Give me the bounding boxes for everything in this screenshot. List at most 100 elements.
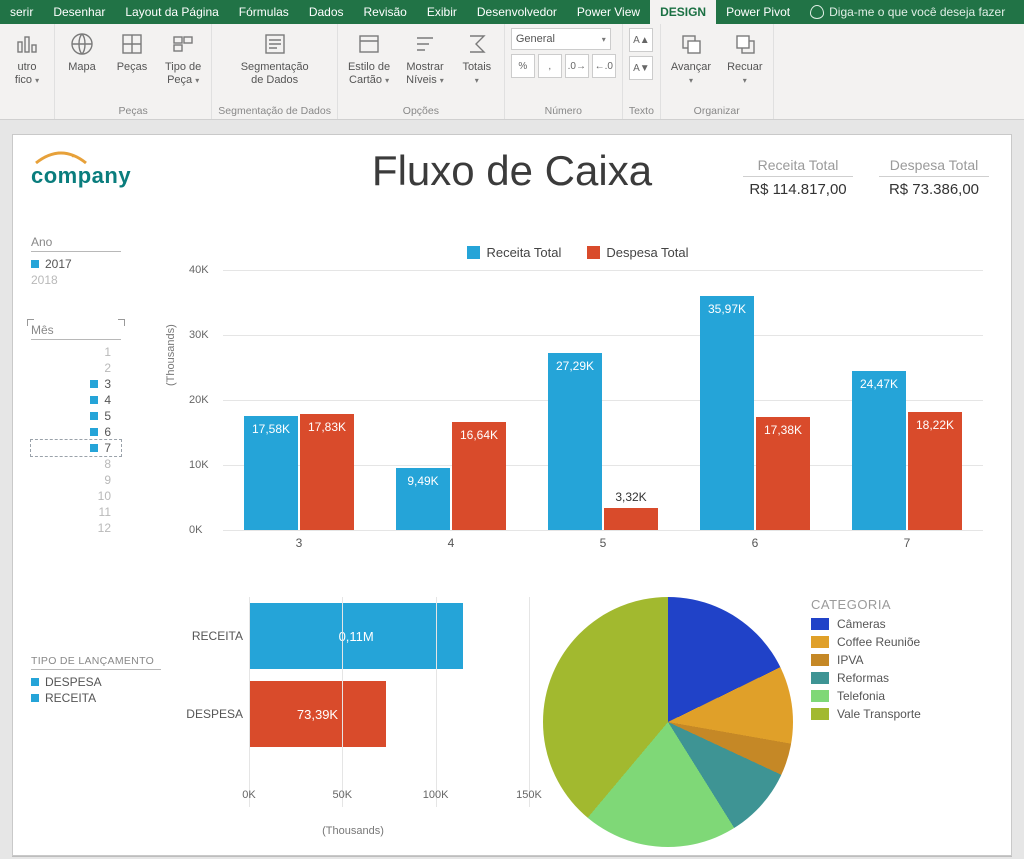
pie-graphic xyxy=(543,597,793,847)
decrease-decimal-button[interactable]: ←.0 xyxy=(592,54,616,78)
x-tick: 0K xyxy=(242,789,255,801)
slicer-title: TIPO DE LANÇAMENTO xyxy=(31,655,161,670)
mostrar-niveis-button[interactable]: MostrarNíveis ▾ xyxy=(402,28,448,88)
power-view-sheet[interactable]: company Fluxo de Caixa Receita Total R$ … xyxy=(12,134,1012,856)
y-tick: 40K xyxy=(189,264,209,276)
tab-design[interactable]: DESIGN xyxy=(650,0,716,24)
legend-item: Reformas xyxy=(811,671,921,685)
ribbon-group-texto: A▲ A▼ Texto xyxy=(623,24,661,119)
slicer-month[interactable]: Mês 123456789101112 xyxy=(31,323,121,536)
bar[interactable]: 27,29K xyxy=(548,353,602,530)
bar[interactable]: 0,11M xyxy=(249,603,463,669)
number-format-combo[interactable]: General▾ xyxy=(511,28,611,50)
tab-exibir[interactable]: Exibir xyxy=(417,0,467,24)
slicer-item[interactable]: 9 xyxy=(31,472,121,488)
bar[interactable]: 24,47K xyxy=(852,371,906,530)
slicer-item[interactable]: 8 xyxy=(31,456,121,472)
slicer-tipo[interactable]: TIPO DE LANÇAMENTO DESPESARECEITA xyxy=(31,655,161,706)
total-label: Despesa Total xyxy=(879,157,989,177)
pecas-button[interactable]: Peças xyxy=(111,28,153,76)
bar[interactable]: 73,39K xyxy=(249,681,386,747)
ribbon-group-segmentacao: Segmentaçãode Dados Segmentação de Dados xyxy=(212,24,338,119)
legend-item: Receita Total xyxy=(467,245,561,260)
slicer-item[interactable]: 7 xyxy=(31,440,121,456)
bar-chart-horizontal[interactable]: RECEITA0,11MDESPESA73,39K 0K50K100K150K … xyxy=(173,597,533,857)
tab-power-pivot[interactable]: Power Pivot xyxy=(716,0,800,24)
tab-revisão[interactable]: Revisão xyxy=(354,0,417,24)
bar[interactable]: 18,22K xyxy=(908,412,962,530)
ribbon-tabs: serirDesenharLayout da PáginaFórmulasDad… xyxy=(0,0,1024,24)
slicer-item[interactable]: RECEITA xyxy=(31,690,161,706)
slicer-title: Ano xyxy=(31,235,121,252)
tell-me-search[interactable]: Diga-me o que você deseja fazer xyxy=(800,0,1015,24)
slicer-title: Mês xyxy=(31,323,121,340)
tab-power-view[interactable]: Power View xyxy=(567,0,650,24)
ribbon-group-organizar: Avançar▾ Recuar▾ Organizar xyxy=(661,24,774,119)
slicer-year[interactable]: Ano 20172018 xyxy=(31,235,121,288)
x-tick: 50K xyxy=(333,789,353,801)
bar-chart-main[interactable]: Receita Total Despesa Total (Thousands) … xyxy=(163,245,993,570)
tab-serir[interactable]: serir xyxy=(0,0,43,24)
canvas-area: company Fluxo de Caixa Receita Total R$ … xyxy=(0,120,1024,856)
totals-block: Receita Total R$ 114.817,00 Despesa Tota… xyxy=(743,157,989,198)
slicer-item[interactable]: 3 xyxy=(31,376,121,392)
y-tick: 30K xyxy=(189,329,209,341)
bar[interactable]: 9,49K xyxy=(396,468,450,530)
y-tick: 20K xyxy=(189,394,209,406)
tipo-peca-button[interactable]: Tipo dePeça ▾ xyxy=(161,28,205,88)
total-value: R$ 73.386,00 xyxy=(879,181,989,198)
x-tick: 6 xyxy=(679,536,831,550)
tab-fórmulas[interactable]: Fórmulas xyxy=(229,0,299,24)
totais-button[interactable]: Totais▾ xyxy=(456,28,498,88)
slicer-item[interactable]: 2018 xyxy=(31,272,121,288)
map-button[interactable]: Mapa xyxy=(61,28,103,76)
avancar-button[interactable]: Avançar▾ xyxy=(667,28,715,88)
group-label: Segmentação de Dados xyxy=(218,105,331,118)
x-tick: 5 xyxy=(527,536,679,550)
bar[interactable]: 16,64K xyxy=(452,422,506,530)
ribbon-group-pecas: Mapa Peças Tipo dePeça ▾ Peças xyxy=(55,24,212,119)
increase-decimal-button[interactable]: .0→ xyxy=(565,54,589,78)
slicer-item[interactable]: 12 xyxy=(31,520,121,536)
pie-chart[interactable]: CATEGORIA CâmerasCoffee ReuniõeIPVARefor… xyxy=(543,597,991,857)
slicer-item[interactable]: 10 xyxy=(31,488,121,504)
legend-item: Telefonia xyxy=(811,689,921,703)
group-label: Opções xyxy=(403,105,439,118)
slicer-item[interactable]: DESPESA xyxy=(31,674,161,690)
legend-item: Vale Transporte xyxy=(811,707,921,721)
other-chart-button[interactable]: utrofico ▾ xyxy=(6,28,48,88)
increase-font-button[interactable]: A▲ xyxy=(629,28,653,52)
slicer-item[interactable]: 4 xyxy=(31,392,121,408)
slicer-item[interactable]: 11 xyxy=(31,504,121,520)
decrease-font-button[interactable]: A▼ xyxy=(629,56,653,80)
segmentacao-button[interactable]: Segmentaçãode Dados xyxy=(237,28,313,88)
slicer-item[interactable]: 6 xyxy=(31,424,121,440)
comma-button[interactable]: , xyxy=(538,54,562,78)
tab-layout-da-página[interactable]: Layout da Página xyxy=(115,0,228,24)
total-value: R$ 114.817,00 xyxy=(743,181,853,198)
bar[interactable]: 17,83K xyxy=(300,414,354,530)
bar[interactable]: 3,32K xyxy=(604,508,658,530)
bar[interactable]: 17,38K xyxy=(756,417,810,530)
estilo-cartao-button[interactable]: Estilo deCartão ▾ xyxy=(344,28,394,88)
slicer-item[interactable]: 2017 xyxy=(31,256,121,272)
bar[interactable]: 17,58K xyxy=(244,416,298,530)
slicer-item[interactable]: 2 xyxy=(31,360,121,376)
bar-label: RECEITA xyxy=(173,629,249,643)
x-axis-label: (Thousands) xyxy=(173,825,533,837)
slicer-item[interactable]: 1 xyxy=(31,344,121,360)
tab-desenhar[interactable]: Desenhar xyxy=(43,0,115,24)
group-label: Organizar xyxy=(694,105,740,118)
tab-desenvolvedor[interactable]: Desenvolvedor xyxy=(467,0,567,24)
group-label: Texto xyxy=(629,105,654,118)
total-despesa: Despesa Total R$ 73.386,00 xyxy=(879,157,989,198)
pie-legend: CATEGORIA CâmerasCoffee ReuniõeIPVARefor… xyxy=(811,597,921,857)
bar-label: DESPESA xyxy=(173,707,249,721)
bar[interactable]: 35,97K xyxy=(700,296,754,530)
lightbulb-icon xyxy=(810,5,824,19)
slicer-item[interactable]: 5 xyxy=(31,408,121,424)
x-tick: 3 xyxy=(223,536,375,550)
percent-button[interactable]: % xyxy=(511,54,535,78)
recuar-button[interactable]: Recuar▾ xyxy=(723,28,766,88)
tab-dados[interactable]: Dados xyxy=(299,0,354,24)
